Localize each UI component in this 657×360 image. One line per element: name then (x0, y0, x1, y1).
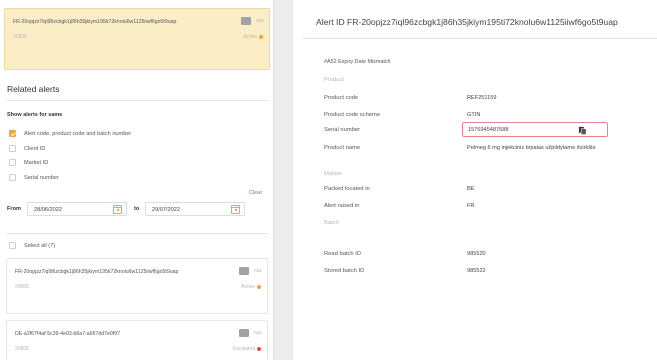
to-label: to (134, 206, 140, 212)
option-alert-code[interactable]: Alert code, product code and batch numbe… (9, 130, 131, 137)
serial-number-value: 1576945487688 (468, 127, 509, 133)
status-dot-icon (257, 285, 261, 289)
product-code-scheme-label: Product code scheme (324, 112, 381, 118)
batch-group-label: Batch (324, 220, 339, 226)
option-label: Client ID (24, 145, 46, 152)
alert-code-label: #A52 Expiry Date Mismatch (324, 59, 391, 65)
product-code-label: Product code (324, 95, 359, 101)
market-group-label: Market (324, 171, 342, 177)
to-date-input[interactable]: 29/07/2022 (145, 202, 245, 216)
alert-card-code: 20805 (15, 284, 29, 290)
option-market-id[interactable]: Market ID (9, 159, 48, 166)
related-alert-card[interactable]: DE-a2f67f4af-5c39-4e03-b6a7-a667dd7e0f97… (6, 320, 268, 360)
alert-card-title: FR-20opjzz7iql96zcbgk1j86h35jkiym195ti72… (15, 269, 179, 275)
select-all-label: Select all (7) (24, 242, 56, 249)
to-date-value: 29/07/2022 (152, 207, 180, 213)
calendar-icon[interactable] (231, 205, 240, 214)
alert-badge-icon (239, 329, 249, 337)
serial-number-field[interactable]: 1576945487688 (462, 122, 608, 137)
related-alerts-panel: FR-20opjzz7iql96zcbgk1j86h35jkiym195ti72… (0, 0, 274, 360)
show-alerts-for-label: Show alerts for same (7, 112, 63, 118)
packed-located-label: Packed located in (324, 186, 370, 192)
calendar-icon[interactable] (113, 205, 122, 214)
copy-icon[interactable] (578, 126, 587, 135)
alert-id-heading: Alert ID FR-20opjzz7iql96zcbgk1j86h35jki… (316, 17, 618, 27)
alert-status: Active (241, 284, 255, 290)
checkbox-checked-icon[interactable] (9, 130, 16, 137)
selected-alert-card[interactable]: FR-20opjzz7iql96zcbgk1j86h35jkiym195ti72… (4, 8, 270, 70)
from-date-input[interactable]: 28/06/2022 (27, 202, 127, 216)
checkbox-icon[interactable] (9, 242, 16, 249)
product-code-scheme-value: GTIN (467, 112, 481, 118)
alert-card-code: 20805 (15, 346, 29, 352)
stored-batch-value: 985522 (467, 268, 486, 274)
option-serial-number[interactable]: Serial number (9, 174, 59, 181)
from-label: From (7, 206, 21, 212)
alert-badge-icon (241, 17, 251, 25)
serial-number-label: Serial number (324, 127, 361, 133)
alert-badge-icon (239, 267, 249, 275)
product-group-label: Product (324, 77, 344, 83)
from-date-value: 28/06/2022 (34, 207, 62, 213)
alert-status: Active (243, 34, 257, 40)
read-batch-label: Read batch ID (324, 251, 362, 257)
alert-detail-panel: Alert ID FR-20opjzz7iql96zcbgk1j86h35jki… (293, 0, 657, 360)
option-label: Alert code, product code and batch numbe… (24, 130, 132, 137)
read-batch-value: 985520 (467, 251, 486, 257)
divider (303, 38, 657, 39)
product-name-value: Pelmeg 6 mg injekcinis tirpalas užpildyt… (467, 145, 596, 151)
alert-card-code: 20805 (13, 34, 27, 40)
alert-raised-label: Alert raised in (324, 203, 360, 209)
packed-located-value: BE (467, 186, 475, 192)
select-all-option[interactable]: Select all (7) (9, 242, 55, 249)
option-label: Serial number (24, 174, 59, 181)
checkbox-icon[interactable] (9, 159, 16, 166)
product-code-value: REF251159 (467, 95, 497, 101)
alert-badge-label: A52 (253, 268, 262, 273)
product-name-label: Product name (324, 145, 361, 151)
option-client-id[interactable]: Client ID (9, 145, 45, 152)
alert-raised-value: FR (467, 203, 475, 209)
clear-link[interactable]: Clear (249, 190, 262, 196)
divider (7, 100, 268, 101)
related-alert-card[interactable]: FR-20opjzz7iql96zcbgk1j86h35jkiym195ti72… (6, 258, 268, 314)
alert-badge-label: A52 (255, 18, 264, 23)
status-dot-icon (257, 347, 261, 351)
checkbox-icon[interactable] (9, 174, 16, 181)
divider (7, 233, 268, 234)
alert-card-title: DE-a2f67f4af-5c39-4e03-b6a7-a667dd7e0f97 (15, 331, 120, 337)
alert-card-title: FR-20opjzz7iql96zcbgk1j86h35jkiym195ti72… (13, 19, 177, 25)
status-dot-icon (259, 35, 263, 39)
option-label: Market ID (24, 159, 49, 166)
alert-status: Escalated (233, 346, 255, 352)
related-alerts-heading: Related alerts (7, 84, 60, 94)
stored-batch-label: Stored batch ID (324, 268, 365, 274)
alert-badge-label: A52 (253, 330, 262, 335)
checkbox-icon[interactable] (9, 145, 16, 152)
